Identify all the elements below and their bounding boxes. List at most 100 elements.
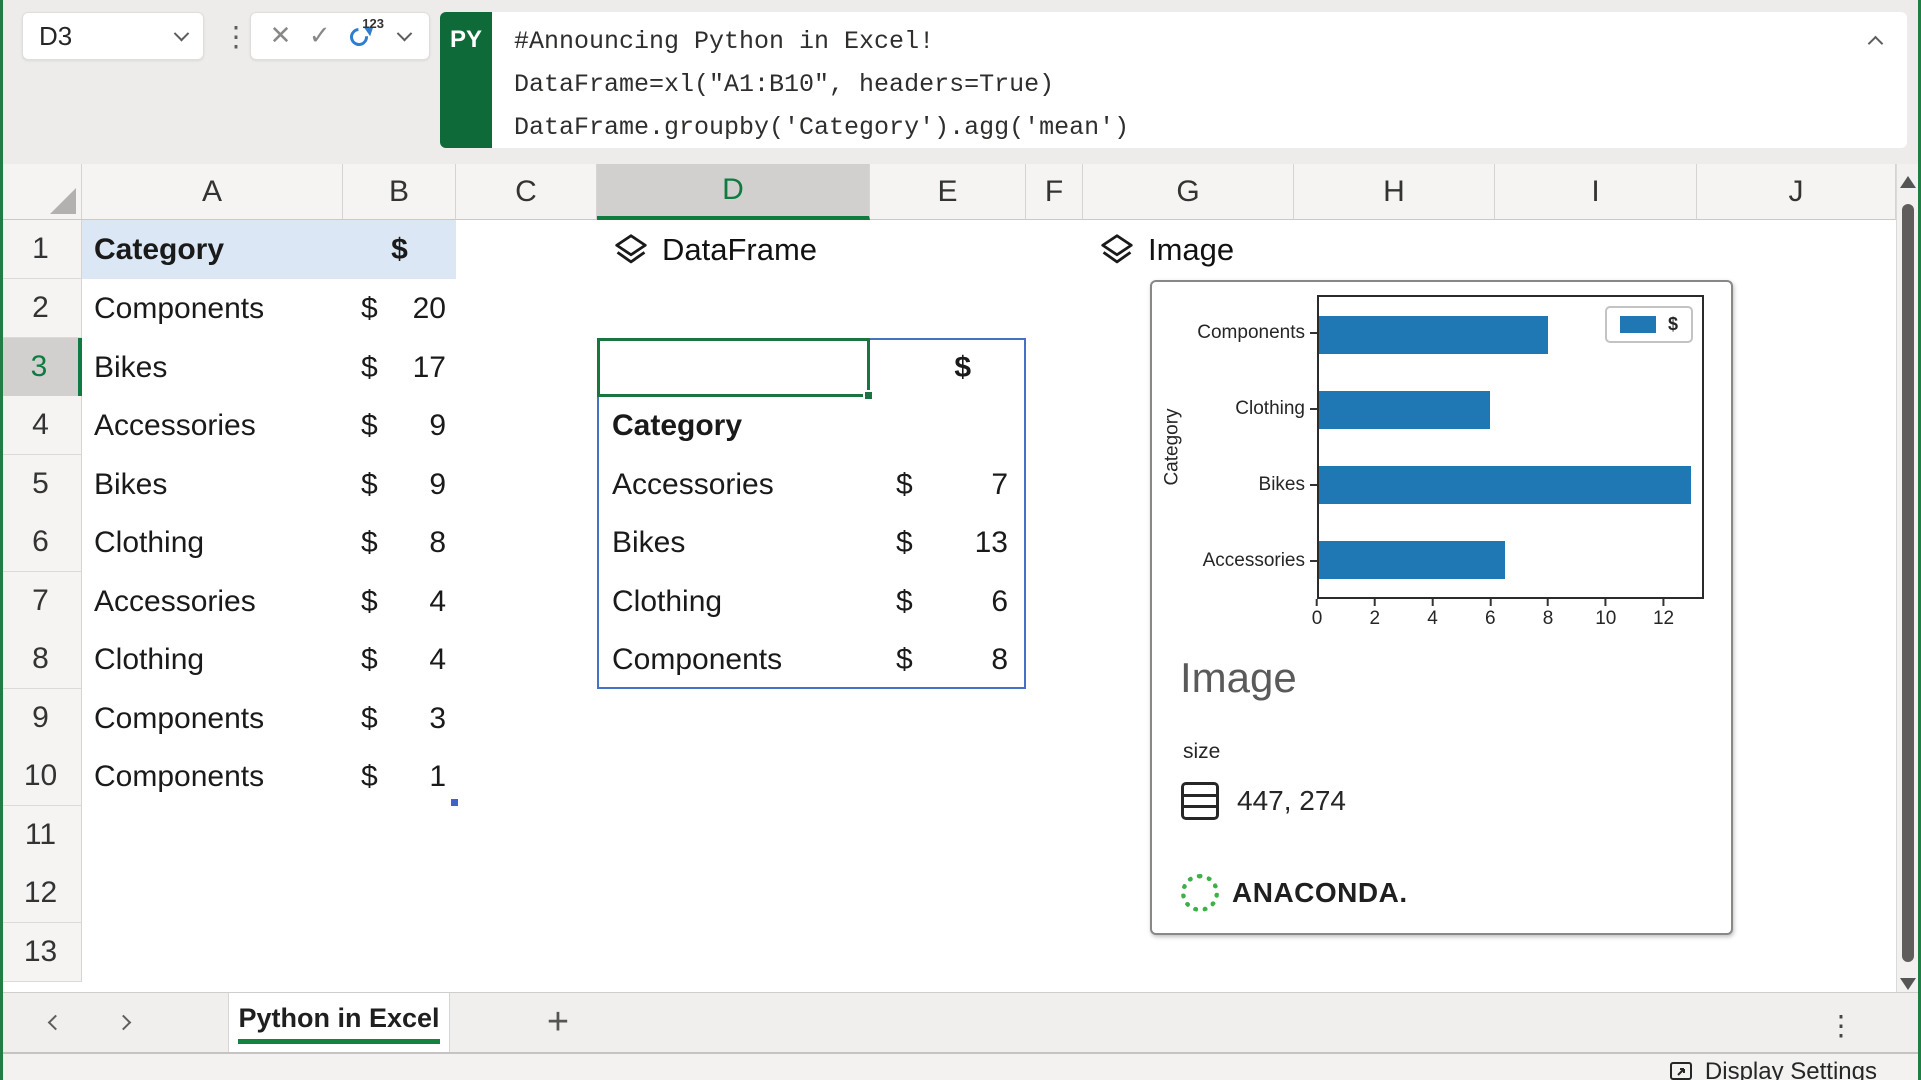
row-header-8[interactable]: 8	[0, 630, 82, 689]
row-header-2[interactable]: 2	[0, 279, 82, 338]
cell-b4[interactable]: $9	[343, 396, 456, 455]
column-header-j[interactable]: J	[1697, 164, 1896, 220]
cell-a9[interactable]: Components	[82, 689, 343, 748]
cell-b9[interactable]: $3	[343, 689, 456, 748]
confirm-entry-icon[interactable]: ✓	[309, 23, 331, 49]
next-sheet-icon[interactable]	[115, 1014, 132, 1031]
currency-symbol: $	[361, 291, 378, 325]
row-header-5[interactable]: 5	[0, 455, 82, 514]
name-box-cell-reference: D3	[39, 20, 73, 51]
display-settings-icon	[1669, 1062, 1692, 1080]
row-header-9[interactable]: 9	[0, 689, 82, 748]
currency-symbol: $	[361, 759, 378, 793]
cell-e8[interactable]: $8	[870, 630, 1026, 689]
cell-a7[interactable]: Accessories	[82, 572, 343, 631]
cell-a6[interactable]: Clothing	[82, 513, 343, 572]
sheet-tab-python-in-excel[interactable]: Python in Excel	[228, 993, 450, 1053]
python-output-type-icon[interactable]: 123	[346, 16, 384, 53]
scroll-down-icon[interactable]	[1900, 978, 1916, 990]
vertical-scrollbar-thumb[interactable]	[1902, 204, 1914, 962]
cell-a3[interactable]: Bikes	[82, 338, 343, 397]
cell-d8[interactable]: Components	[597, 630, 870, 689]
output-type-dropdown-icon[interactable]	[397, 25, 413, 41]
column-header-h[interactable]: H	[1294, 164, 1495, 220]
row-header-13[interactable]: 13	[0, 923, 82, 982]
collapse-formula-bar-icon[interactable]	[1867, 35, 1884, 52]
row-header-6[interactable]: 6	[0, 513, 82, 572]
cell-e3-value-header[interactable]: $	[870, 338, 1026, 397]
cell-b6[interactable]: $8	[343, 513, 456, 572]
tick-mark	[1310, 484, 1317, 486]
cell-b5[interactable]: $9	[343, 455, 456, 514]
row-header-1[interactable]: 1	[0, 220, 82, 279]
cell-a5[interactable]: Bikes	[82, 455, 343, 514]
column-header-f[interactable]: F	[1026, 164, 1083, 220]
display-settings-button[interactable]: Display Settings	[1669, 1058, 1877, 1080]
anaconda-brand-row: ANACONDA.	[1181, 874, 1408, 912]
name-box[interactable]: D3	[22, 12, 204, 60]
cell-d5[interactable]: Accessories	[597, 455, 870, 514]
column-header-i[interactable]: I	[1495, 164, 1697, 220]
cell-a10[interactable]: Components	[82, 747, 343, 806]
cell-d1-dataframe-label[interactable]: DataFrame	[612, 220, 817, 279]
row-header-4[interactable]: 4	[0, 396, 82, 455]
currency-symbol: $	[361, 408, 378, 442]
column-header-e[interactable]: E	[870, 164, 1026, 220]
amount-value: 20	[412, 291, 446, 325]
cell-e6[interactable]: $13	[870, 513, 1026, 572]
cell-e7[interactable]: $6	[870, 572, 1026, 631]
column-header-b[interactable]: B	[343, 164, 456, 220]
formula-code-line-2: DataFrame=xl("A1:B10", headers=True)	[514, 70, 1055, 99]
cell-d7[interactable]: Clothing	[597, 572, 870, 631]
row-header-3-selected[interactable]: 3	[0, 338, 82, 397]
cell-e5[interactable]: $7	[870, 455, 1026, 514]
cell-a1-category-header[interactable]: Category	[82, 220, 343, 279]
cell-b8[interactable]: $4	[343, 630, 456, 689]
cell-d4-index-header[interactable]: Category	[597, 396, 870, 455]
cell-a8[interactable]: Clothing	[82, 630, 343, 689]
vertical-scrollbar[interactable]	[1896, 164, 1918, 1000]
cell-b3[interactable]: $17	[343, 338, 456, 397]
cell-a2[interactable]: Components	[82, 279, 343, 338]
row-header-11[interactable]: 11	[0, 806, 82, 865]
select-all-corner[interactable]	[0, 164, 82, 220]
currency-symbol: $	[361, 701, 378, 735]
cell-a4[interactable]: Accessories	[82, 396, 343, 455]
formula-input[interactable]: #Announcing Python in Excel! DataFrame=x…	[492, 12, 1907, 148]
cell-b10[interactable]: $1	[343, 747, 456, 806]
amount-value: 3	[429, 701, 446, 735]
name-box-dropdown-icon[interactable]	[173, 25, 190, 41]
scroll-up-icon[interactable]	[1900, 176, 1916, 188]
cancel-entry-icon[interactable]: ✕	[270, 23, 292, 49]
window-edge-left	[0, 0, 3, 1080]
column-header-c[interactable]: C	[456, 164, 597, 220]
cell-b1-amount-header[interactable]: $	[343, 220, 456, 279]
amount-value: 8	[429, 525, 446, 559]
ytick-bikes: Bikes	[1258, 474, 1305, 495]
image-label-text: Image	[1148, 231, 1235, 267]
column-header-a[interactable]: A	[82, 164, 343, 220]
previous-sheet-icon[interactable]	[47, 1014, 64, 1031]
cell-d6[interactable]: Bikes	[597, 513, 870, 572]
row-header-12[interactable]: 12	[0, 864, 82, 923]
cell-g1-image-label[interactable]: Image	[1098, 220, 1234, 279]
row-header-7[interactable]: 7	[0, 572, 82, 631]
cell-b7[interactable]: $4	[343, 572, 456, 631]
fill-handle[interactable]	[863, 390, 874, 401]
referenced-range-handle[interactable]	[449, 797, 460, 808]
excel-window: D3 ⋮ ✕ ✓ 123 PY #Announcing Python in Ex…	[0, 0, 1921, 1080]
column-header-d-selected[interactable]: D	[597, 164, 870, 220]
cell-b2[interactable]: $20	[343, 279, 456, 338]
sheet-options-kebab-icon[interactable]: ⋮	[1827, 1009, 1855, 1042]
python-image-card[interactable]: Category Components Clothing Bikes Acces…	[1150, 280, 1733, 935]
chart-y-axis-label: Category	[1162, 408, 1184, 486]
chart-y-tick-labels: Components Clothing Bikes Accessories	[1192, 295, 1317, 599]
column-header-g[interactable]: G	[1083, 164, 1294, 220]
row-header-10[interactable]: 10	[0, 747, 82, 806]
formula-code-line-3: DataFrame.groupby('Category').agg('mean'…	[514, 113, 1130, 142]
currency-symbol: $	[896, 584, 913, 618]
active-cell-d3[interactable]	[597, 338, 874, 401]
formula-bar-kebab-icon[interactable]: ⋮	[222, 20, 250, 53]
amount-value: 4	[429, 642, 446, 676]
add-sheet-button[interactable]: +	[535, 999, 581, 1045]
